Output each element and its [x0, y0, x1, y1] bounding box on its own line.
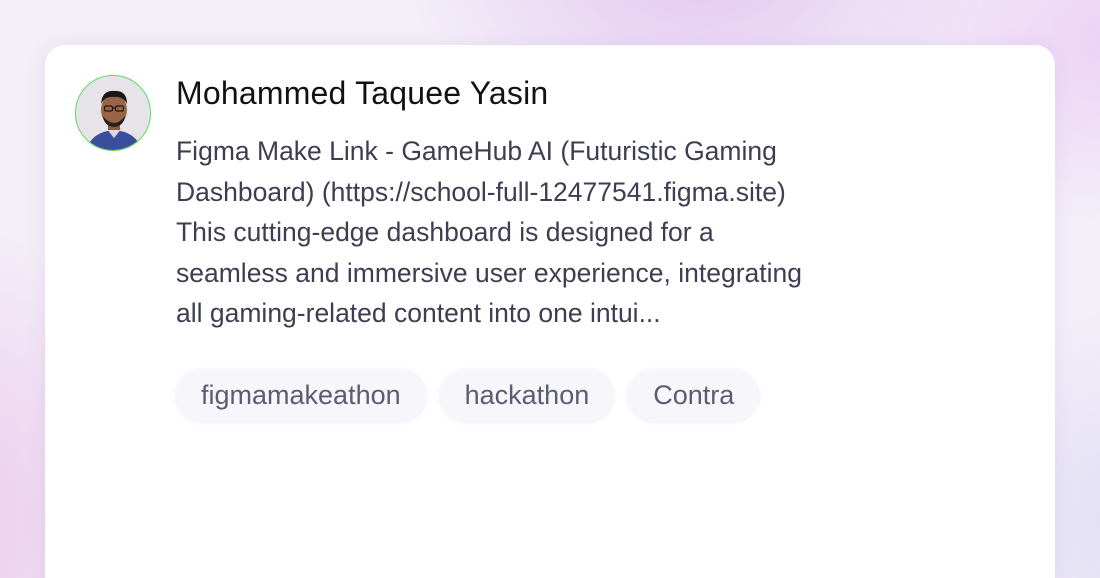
post-card[interactable]: Mohammed Taquee Yasin Figma Make Link - …: [45, 45, 1055, 578]
tag-list: figmamakeathon hackathon Contra: [176, 369, 760, 421]
avatar-photo-icon: [76, 76, 150, 150]
author-name[interactable]: Mohammed Taquee Yasin: [176, 75, 548, 112]
author-avatar[interactable]: [75, 75, 151, 151]
tag-figmamakeathon[interactable]: figmamakeathon: [176, 369, 426, 421]
description-line: all gaming-related content into one intu…: [176, 298, 661, 328]
description-line: Dashboard) (https://school-full-12477541…: [176, 176, 786, 207]
tag-hackathon[interactable]: hackathon: [439, 369, 615, 421]
description-line: This cutting-edge dashboard is designed …: [176, 217, 714, 247]
description-line: Figma Make Link - GameHub AI (Futuristic…: [176, 136, 777, 166]
description-line: seamless and immersive user experience, …: [176, 257, 802, 288]
tag-contra[interactable]: Contra: [628, 369, 760, 421]
post-description: Figma Make Link - GameHub AI (Futuristic…: [176, 131, 916, 334]
